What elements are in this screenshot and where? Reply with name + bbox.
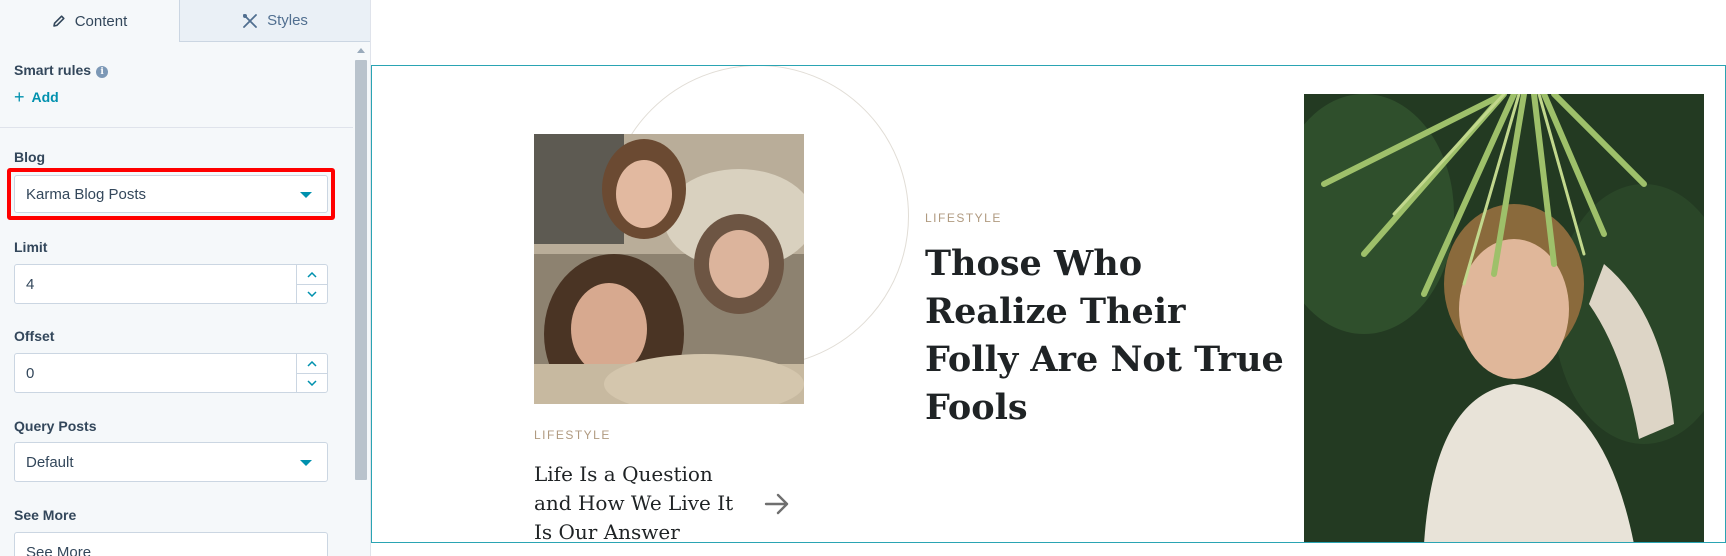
offset-value: 0 bbox=[26, 365, 35, 382]
pencil-icon bbox=[52, 14, 66, 28]
offset-increment-button[interactable] bbox=[297, 354, 327, 374]
add-smart-rule-button[interactable]: + Add bbox=[14, 87, 59, 107]
arrow-right-icon[interactable] bbox=[764, 493, 790, 520]
tab-styles-label: Styles bbox=[267, 12, 308, 29]
offset-input[interactable]: 0 bbox=[14, 353, 328, 393]
featured-post-category[interactable]: LIFESTYLE bbox=[925, 211, 1002, 225]
blog-listing-preview[interactable]: LIFESTYLE Life Is a Question and How We … bbox=[371, 65, 1726, 543]
limit-value: 4 bbox=[26, 276, 35, 293]
see-more-label: See More bbox=[14, 507, 77, 523]
tab-content-label: Content bbox=[74, 12, 128, 30]
chevron-down-icon bbox=[307, 379, 317, 386]
offset-stepper bbox=[296, 354, 327, 392]
query-posts-label: Query Posts bbox=[14, 418, 97, 434]
small-post-title[interactable]: Life Is a Question and How We Live It Is… bbox=[534, 460, 739, 542]
add-smart-rule-label: Add bbox=[31, 89, 59, 105]
chevron-up-icon bbox=[307, 271, 317, 278]
see-more-input[interactable]: See More bbox=[14, 532, 328, 556]
small-post-image[interactable] bbox=[534, 134, 804, 404]
blog-select-value: Karma Blog Posts bbox=[26, 185, 147, 203]
limit-decrement-button[interactable] bbox=[297, 284, 327, 303]
blog-select[interactable]: Karma Blog Posts bbox=[14, 175, 328, 213]
tools-icon bbox=[242, 13, 258, 29]
featured-post-title[interactable]: Those Who Realize Their Folly Are Not Tr… bbox=[925, 240, 1285, 432]
blog-label: Blog bbox=[14, 149, 46, 165]
chevron-down-icon bbox=[307, 290, 317, 297]
chevron-down-icon bbox=[300, 460, 312, 466]
limit-increment-button[interactable] bbox=[297, 265, 327, 285]
query-posts-select[interactable]: Default bbox=[14, 442, 328, 482]
limit-label: Limit bbox=[14, 239, 48, 255]
limit-input[interactable]: 4 bbox=[14, 264, 328, 304]
smart-rules-label-row: Smart rules i bbox=[14, 62, 109, 78]
section-divider bbox=[0, 127, 353, 128]
smart-rules-label: Smart rules bbox=[14, 62, 92, 78]
chevron-up-icon bbox=[307, 360, 317, 367]
chevron-down-icon bbox=[300, 192, 312, 198]
limit-stepper bbox=[296, 265, 327, 303]
scroll-thumb[interactable] bbox=[355, 60, 367, 480]
see-more-value: See More bbox=[26, 544, 92, 556]
tab-styles[interactable]: Styles bbox=[180, 0, 370, 42]
panel-tabs: Content Styles bbox=[0, 0, 370, 42]
panel-scrollbar[interactable] bbox=[353, 46, 369, 556]
featured-post-image[interactable] bbox=[1304, 94, 1704, 542]
plus-icon: + bbox=[14, 87, 25, 107]
scroll-up-arrow-icon[interactable] bbox=[357, 48, 365, 53]
info-icon[interactable]: i bbox=[96, 66, 109, 78]
query-posts-select-value: Default bbox=[26, 453, 74, 471]
offset-decrement-button[interactable] bbox=[297, 373, 327, 392]
tab-content[interactable]: Content bbox=[0, 0, 180, 42]
editor-panel: Content Styles Smart rules i + Add Blog K… bbox=[0, 0, 371, 556]
small-post-category[interactable]: LIFESTYLE bbox=[534, 428, 611, 442]
offset-label: Offset bbox=[14, 328, 55, 344]
